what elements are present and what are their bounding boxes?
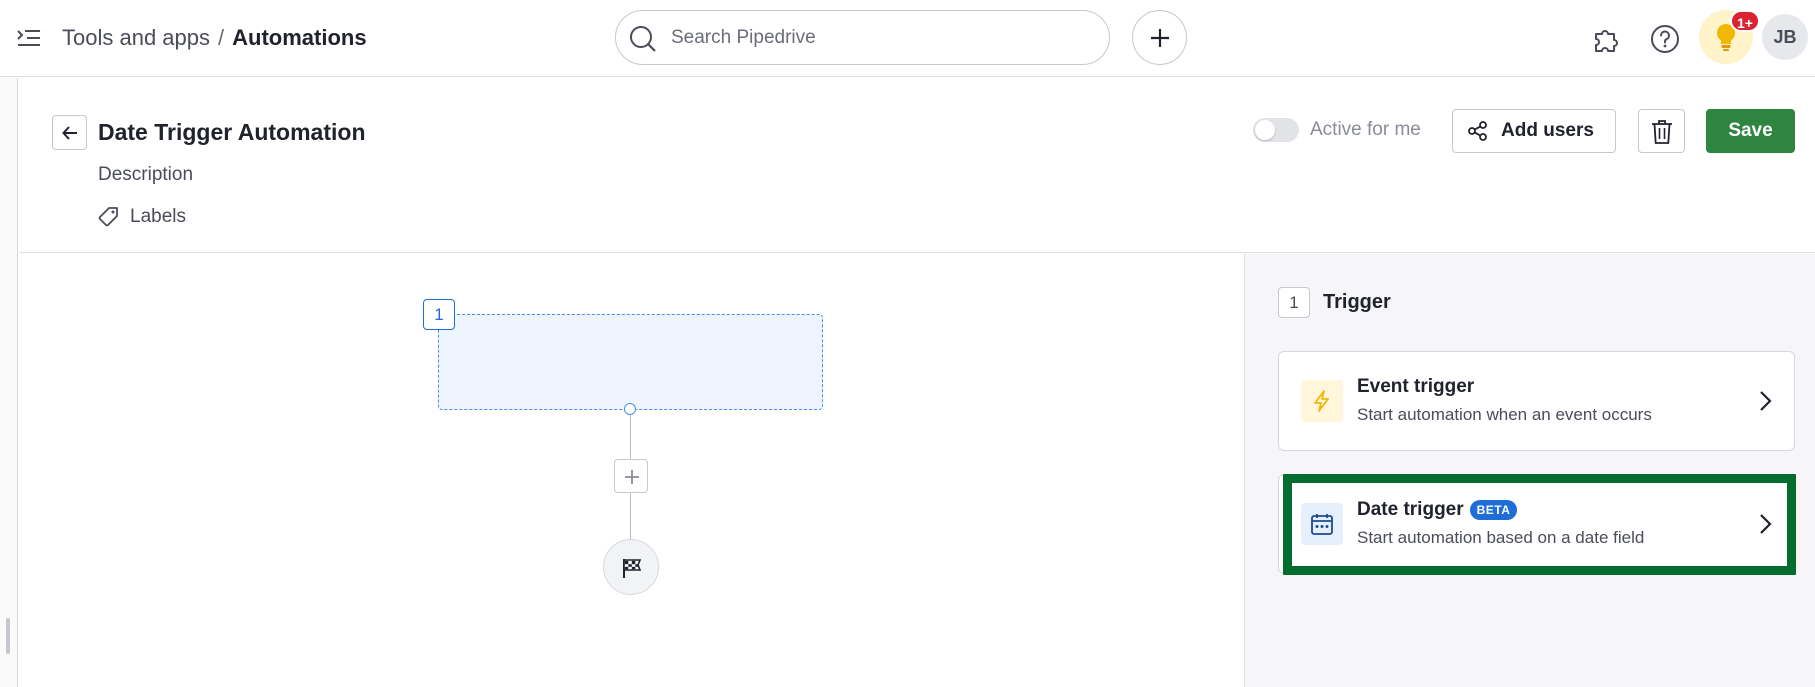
- trigger-step-placeholder[interactable]: [438, 314, 823, 410]
- resize-handle[interactable]: [6, 618, 10, 654]
- active-toggle[interactable]: [1253, 118, 1299, 142]
- toggle-knob: [1255, 120, 1275, 140]
- date-trigger-title: Date trigger: [1357, 499, 1464, 520]
- event-trigger-description: Start automation when an event occurs: [1357, 405, 1652, 424]
- plus-icon: [1151, 29, 1169, 47]
- date-trigger-name: Date trigger BETA: [1357, 499, 1518, 521]
- event-trigger-option[interactable]: Event trigger Start automation when an e…: [1278, 351, 1795, 451]
- delete-button[interactable]: [1638, 109, 1685, 153]
- active-toggle-group: Active for me: [1253, 118, 1421, 142]
- top-navigation-bar: Tools and apps/Automations 1+ J: [0, 0, 1815, 77]
- automation-header: Date Trigger Automation Description Labe…: [19, 78, 1815, 253]
- event-trigger-icon-box: [1301, 380, 1343, 422]
- active-toggle-label: Active for me: [1310, 119, 1421, 140]
- search-icon: [630, 26, 656, 52]
- checkered-flag-icon: [623, 559, 642, 578]
- notification-badge: 1+: [1730, 10, 1760, 32]
- date-trigger-option[interactable]: Date trigger BETA Start automation based…: [1278, 474, 1795, 574]
- panel-step-number: 1: [1278, 287, 1310, 318]
- save-button[interactable]: Save: [1706, 109, 1795, 153]
- marketplace-button[interactable]: [1589, 22, 1623, 56]
- labels-label: Labels: [130, 206, 186, 227]
- trash-icon: [1652, 120, 1672, 144]
- chevron-right-icon: [1760, 391, 1772, 411]
- tag-icon: [98, 207, 118, 227]
- event-trigger-name: Event trigger: [1357, 376, 1474, 398]
- menu-collapse-icon: [17, 30, 40, 46]
- add-step-button[interactable]: [614, 459, 648, 493]
- automation-title[interactable]: Date Trigger Automation: [98, 117, 366, 147]
- trigger-panel: 1 Trigger Event trigger Start automation…: [1244, 254, 1815, 687]
- lightning-icon: [1314, 390, 1329, 412]
- chevron-right-icon: [1760, 514, 1772, 534]
- back-button[interactable]: [52, 115, 87, 150]
- workflow-end-node: [603, 539, 659, 595]
- connector-line: [630, 415, 631, 459]
- breadcrumb: Tools and apps / Automations: [62, 24, 367, 52]
- description-field[interactable]: Description: [98, 164, 193, 186]
- connector-dot: [624, 403, 636, 415]
- user-avatar[interactable]: JB: [1762, 14, 1808, 60]
- quick-add-button[interactable]: [1132, 10, 1187, 65]
- breadcrumb-automations: Automations: [232, 25, 367, 50]
- search-bar[interactable]: [615, 10, 1110, 65]
- arrow-left-icon: [62, 126, 77, 140]
- plus-icon: [625, 470, 639, 484]
- puzzle-icon: [1595, 30, 1618, 52]
- step-number-badge: 1: [423, 299, 455, 330]
- date-trigger-icon-box: [1301, 503, 1343, 545]
- workflow-canvas[interactable]: 1: [19, 254, 1244, 687]
- add-users-button[interactable]: Add users: [1452, 109, 1616, 153]
- panel-title: Trigger: [1323, 291, 1391, 313]
- help-button[interactable]: [1648, 22, 1682, 56]
- help-icon: [1651, 25, 1679, 53]
- breadcrumb-tools-and-apps[interactable]: Tools and apps: [62, 25, 210, 50]
- breadcrumb-separator: /: [218, 25, 225, 50]
- add-users-label: Add users: [1501, 120, 1594, 141]
- share-icon: [1468, 121, 1487, 141]
- calendar-icon: [1311, 514, 1333, 535]
- left-rail: [0, 78, 18, 687]
- connector-line: [630, 493, 631, 539]
- date-trigger-description: Start automation based on a date field: [1357, 528, 1645, 547]
- search-input[interactable]: [671, 21, 1091, 55]
- beta-badge: BETA: [1469, 500, 1518, 520]
- menu-toggle-button[interactable]: [12, 22, 46, 54]
- event-trigger-title: Event trigger: [1357, 376, 1475, 397]
- labels-field[interactable]: Labels: [98, 206, 186, 228]
